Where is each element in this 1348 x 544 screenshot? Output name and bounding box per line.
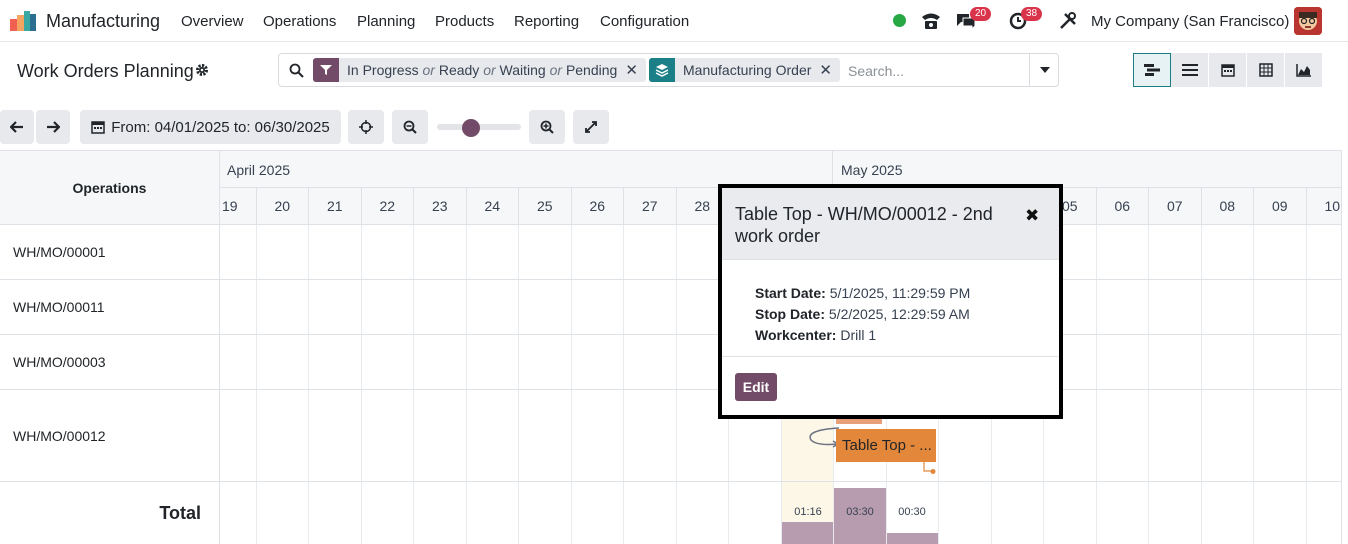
search-bar[interactable]: In Progress or Ready or Waiting or Pendi… — [278, 53, 1059, 87]
gantt-view-button[interactable] — [1133, 53, 1171, 87]
total-value: 01:16 — [794, 506, 822, 518]
calendar-icon — [1220, 64, 1235, 77]
close-icon[interactable]: ✖ — [1025, 206, 1039, 226]
debug-tools-icon[interactable] — [1059, 12, 1077, 30]
day-label: 10 — [1305, 188, 1342, 224]
rows-header: Operations — [0, 151, 220, 225]
workcenter-field: Workcenter: Drill 1 — [755, 327, 877, 343]
day-label: 23 — [413, 188, 466, 224]
previous-period-button[interactable] — [0, 110, 34, 144]
total-value: 00:30 — [898, 506, 926, 518]
gear-icon[interactable] — [195, 63, 209, 77]
menu-configuration[interactable]: Configuration — [600, 13, 689, 30]
filter-facet-status[interactable]: In Progress or Ready or Waiting or Pendi… — [313, 58, 646, 82]
day-label: 08 — [1200, 188, 1254, 224]
expand-button[interactable] — [573, 110, 609, 144]
status-indicator-icon[interactable] — [893, 14, 906, 27]
zoom-slider-handle[interactable] — [462, 119, 480, 137]
layers-icon — [649, 58, 675, 82]
search-icon — [289, 63, 304, 78]
page-title: Work Orders Planning — [17, 61, 194, 81]
month-label: April 2025 — [227, 162, 291, 178]
area-chart-icon — [1295, 64, 1311, 77]
zoom-out-button[interactable] — [392, 110, 428, 144]
work-order-popover: Table Top - WH/MO/00012 - 2nd work order… — [718, 184, 1063, 419]
expand-icon — [585, 121, 597, 133]
company-switcher[interactable]: My Company (San Francisco) — [1091, 13, 1289, 30]
month-header: April 2025 May 2025 — [220, 151, 1341, 188]
menu-products[interactable]: Products — [435, 13, 494, 30]
remove-groupby-close-icon[interactable]: ✕ — [819, 61, 840, 79]
arrow-right-icon — [47, 121, 60, 133]
filter-funnel-icon — [313, 58, 339, 82]
day-label: 22 — [360, 188, 414, 224]
day-label: 27 — [623, 188, 676, 224]
focus-today-button[interactable] — [348, 110, 384, 144]
gantt-row-label[interactable]: WH/MO/00001 — [0, 225, 220, 280]
list-icon — [1181, 64, 1198, 76]
remove-facet-close-icon[interactable]: ✕ — [625, 61, 646, 79]
view-switcher — [1133, 53, 1323, 87]
date-range-picker[interactable]: From: 04/01/2025 to: 06/30/2025 — [80, 110, 341, 144]
search-options-toggle[interactable] — [1029, 54, 1059, 86]
day-label: 06 — [1095, 188, 1149, 224]
day-label: 24 — [465, 188, 519, 224]
menu-overview[interactable]: Overview — [181, 13, 244, 30]
list-view-button[interactable] — [1171, 53, 1209, 87]
popover-title: Table Top - WH/MO/00012 - 2nd work order — [735, 204, 993, 246]
crosshairs-icon — [359, 120, 373, 134]
groupby-facet-label: Manufacturing Order — [683, 62, 812, 78]
scrollbar[interactable] — [1341, 150, 1348, 544]
gantt-icon — [1144, 64, 1160, 76]
connector-handle-icon[interactable] — [922, 462, 938, 476]
stop-date-field: Stop Date: 5/2/2025, 12:29:59 AM — [755, 306, 970, 322]
activities-badge: 38 — [1021, 7, 1043, 21]
gantt-row-label[interactable]: WH/MO/00011 — [0, 280, 220, 335]
day-label: 07 — [1148, 188, 1201, 224]
pivot-table-icon — [1258, 63, 1273, 77]
groupby-facet-mo[interactable]: Manufacturing Order ✕ — [649, 58, 840, 82]
calendar-icon — [91, 121, 105, 134]
popover-body: Start Date: 5/1/2025, 11:29:59 PM Stop D… — [755, 283, 970, 346]
zoom-in-button[interactable] — [529, 110, 565, 144]
zoom-in-icon — [540, 120, 554, 134]
day-label: 19 — [220, 188, 256, 224]
date-range-label: From: 04/01/2025 to: 06/30/2025 — [111, 118, 330, 136]
zoom-out-icon — [403, 120, 417, 134]
arrow-left-icon — [10, 121, 23, 133]
next-period-button[interactable] — [36, 110, 70, 144]
calendar-view-button[interactable] — [1209, 53, 1247, 87]
graph-view-button[interactable] — [1285, 53, 1323, 87]
top-navbar: Manufacturing Overview Operations Planni… — [0, 0, 1348, 42]
month-label: May 2025 — [841, 162, 903, 178]
total-bar — [887, 533, 938, 544]
menu-operations[interactable]: Operations — [263, 13, 336, 30]
total-value: 03:30 — [846, 506, 874, 518]
menu-planning[interactable]: Planning — [357, 13, 415, 30]
start-date-field: Start Date: 5/1/2025, 11:29:59 PM — [755, 285, 971, 301]
day-label: 20 — [255, 188, 309, 224]
pivot-view-button[interactable] — [1247, 53, 1285, 87]
menu-reporting[interactable]: Reporting — [514, 13, 579, 30]
messages-badge: 20 — [970, 7, 992, 21]
phone-icon[interactable] — [920, 11, 942, 31]
gantt-row-label[interactable]: WH/MO/00003 — [0, 335, 220, 390]
total-bar — [782, 522, 833, 544]
gantt-row-label[interactable]: WH/MO/00012 — [0, 390, 220, 482]
edit-button[interactable]: Edit — [735, 373, 777, 401]
total-label: Total — [0, 482, 220, 544]
task-bar[interactable]: Table Top - ... — [836, 429, 936, 462]
user-avatar[interactable] — [1294, 7, 1322, 35]
popover-footer — [722, 356, 1059, 357]
app-name[interactable]: Manufacturing — [46, 11, 160, 32]
filter-facet-label: In Progress or Ready or Waiting or Pendi… — [347, 62, 618, 78]
day-label: 21 — [308, 188, 361, 224]
popover-header: Table Top - WH/MO/00012 - 2nd work order… — [722, 188, 1059, 260]
day-label: 25 — [518, 188, 571, 224]
caret-down-icon — [1039, 67, 1050, 73]
day-label: 26 — [570, 188, 624, 224]
day-label: 09 — [1253, 188, 1306, 224]
manufacturing-app-icon[interactable] — [10, 11, 36, 31]
search-input[interactable] — [848, 60, 1023, 82]
